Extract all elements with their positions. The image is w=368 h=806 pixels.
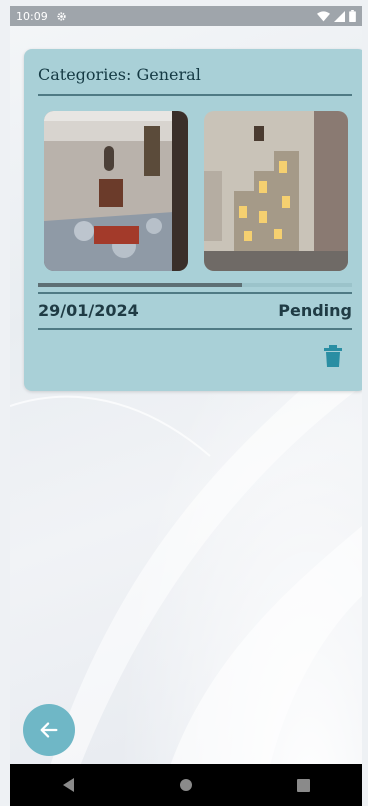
wifi-icon xyxy=(317,10,330,21)
progress-divider xyxy=(38,292,352,294)
room-photo[interactable] xyxy=(44,111,188,271)
progress-bar xyxy=(38,283,352,287)
category-card[interactable]: Categories: General 29/01/2024 Pending xyxy=(24,49,362,391)
nav-bar xyxy=(10,764,362,806)
recents-icon xyxy=(296,778,310,792)
app-screen: 10:09 Categories: General 29/01/2024 Pen… xyxy=(10,6,362,806)
shelf-photo[interactable] xyxy=(204,111,348,271)
arrow-left-icon xyxy=(40,722,58,738)
progress-fill xyxy=(38,283,243,287)
date-divider xyxy=(38,328,352,330)
card-title: Categories: General xyxy=(38,65,201,84)
back-fab[interactable] xyxy=(23,704,75,756)
status-bar: 10:09 xyxy=(10,6,362,26)
status-label: Pending xyxy=(278,301,352,320)
nav-home-button[interactable] xyxy=(166,765,206,805)
title-divider xyxy=(38,94,352,96)
back-icon xyxy=(62,778,74,792)
status-time: 10:09 xyxy=(16,9,48,23)
nav-back-button[interactable] xyxy=(49,765,89,805)
signal-icon xyxy=(334,10,345,22)
card-date: 29/01/2024 xyxy=(38,301,139,320)
home-icon xyxy=(179,779,192,791)
trash-icon[interactable] xyxy=(324,345,342,367)
settings-icon xyxy=(57,11,66,21)
nav-recents-button[interactable] xyxy=(283,765,323,805)
battery-icon xyxy=(349,10,356,22)
